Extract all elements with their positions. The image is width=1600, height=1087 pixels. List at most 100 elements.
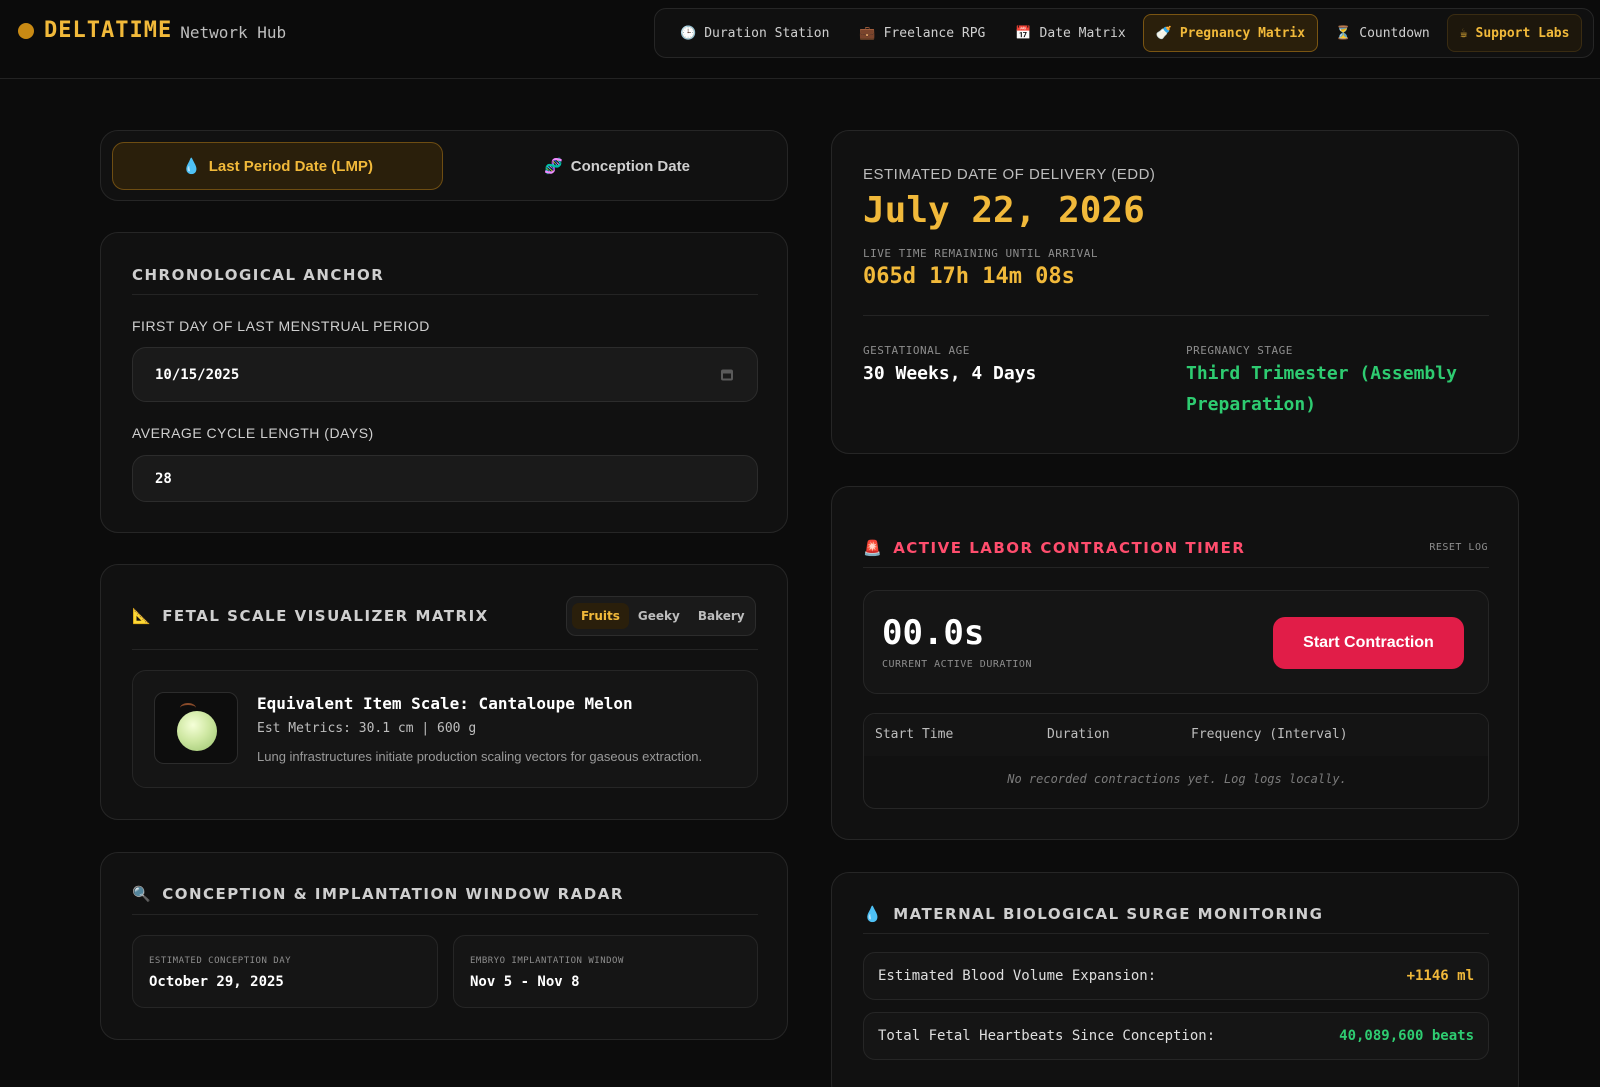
labor-timer-card: 🚨 ACTIVE LABOR CONTRACTION TIMER RESET L… [831, 486, 1519, 840]
nav-duration-station[interactable]: 🕒 Duration Station [667, 14, 842, 52]
briefcase-icon: 💼 [859, 25, 876, 41]
col-start-time: Start Time [875, 727, 954, 742]
bottle-icon: 🍼 [1155, 25, 1172, 41]
magnifier-icon: 🔍 [132, 885, 153, 903]
live-remaining-value: 065d 17h 14m 08s [863, 264, 1075, 289]
divider [132, 649, 758, 650]
divider [863, 315, 1489, 316]
timer-subtitle: CURRENT ACTIVE DURATION [882, 659, 1032, 670]
timer-box: 00.0s CURRENT ACTIVE DURATION Start Cont… [863, 590, 1489, 694]
gestational-age-label: GESTATIONAL AGE [863, 344, 970, 357]
reset-log-button[interactable]: RESET LOG [1429, 542, 1488, 553]
heartbeats-label: Total Fetal Heartbeats Since Conception: [878, 1028, 1216, 1044]
drop-icon: 💧 [182, 158, 201, 175]
conception-day-value: October 29, 2025 [149, 974, 284, 990]
chronological-anchor-card: CHRONOLOGICAL ANCHOR FIRST DAY OF LAST M… [100, 232, 788, 533]
scale-item-box: Equivalent Item Scale: Cantaloupe Melon … [132, 670, 758, 788]
contraction-log-table: Start Time Duration Frequency (Interval)… [863, 713, 1489, 809]
labor-title-row: 🚨 ACTIVE LABOR CONTRACTION TIMER [863, 539, 1245, 557]
start-contraction-button[interactable]: Start Contraction [1273, 617, 1464, 669]
cycle-length-value: 28 [155, 470, 172, 487]
lmp-date-value: 10/15/2025 [155, 366, 240, 383]
lmp-date-input[interactable]: 10/15/2025 [132, 347, 758, 402]
conception-title: CONCEPTION & IMPLANTATION WINDOW RADAR [162, 885, 624, 903]
nav-countdown[interactable]: ⏳ Countdown [1322, 14, 1443, 52]
heartbeats-row: Total Fetal Heartbeats Since Conception:… [863, 1012, 1489, 1060]
conception-day-label: ESTIMATED CONCEPTION DAY [149, 956, 292, 966]
tab-conception[interactable]: 🧬 Conception Date [457, 142, 777, 190]
edd-label: ESTIMATED DATE OF DELIVERY (EDD) [863, 166, 1156, 183]
log-empty-message: No recorded contractions yet. Log logs l… [1007, 772, 1347, 786]
ruler-icon: 📐 [132, 607, 153, 625]
cycle-length-input[interactable]: 28 [132, 455, 758, 502]
divider [863, 933, 1489, 934]
dna-icon: 🧬 [544, 158, 563, 175]
implantation-window-box: EMBRYO IMPLANTATION WINDOW Nov 5 - Nov 8 [453, 935, 758, 1008]
melon-icon [177, 711, 217, 751]
brand-name: DELTATIME [44, 18, 173, 43]
nav-label: Date Matrix [1039, 25, 1126, 41]
brand[interactable]: DELTATIME Network Hub [18, 18, 286, 43]
pregnancy-stage-value: Third Trimester (Assembly Preparation) [1186, 363, 1457, 415]
nav-date-matrix[interactable]: 📅 Date Matrix [1002, 14, 1138, 52]
top-nav: 🕒 Duration Station 💼 Freelance RPG 📅 Dat… [654, 8, 1594, 58]
blood-volume-label: Estimated Blood Volume Expansion: [878, 968, 1157, 984]
implantation-value: Nov 5 - Nov 8 [470, 974, 580, 990]
conception-title-row: 🔍 CONCEPTION & IMPLANTATION WINDOW RADAR [132, 885, 624, 903]
coffee-icon: ☕ [1459, 25, 1468, 41]
nav-label: Duration Station [704, 25, 830, 41]
live-remaining-label: LIVE TIME REMAINING UNTIL ARRIVAL [863, 247, 1099, 260]
item-thumbnail [154, 692, 238, 764]
maternal-title: MATERNAL BIOLOGICAL SURGE MONITORING [893, 905, 1324, 923]
lmp-field-label: FIRST DAY OF LAST MENSTRUAL PERIOD [132, 318, 430, 334]
item-title: Equivalent Item Scale: Cantaloupe Melon [257, 694, 633, 713]
fetal-title: FETAL SCALE VISUALIZER MATRIX [162, 607, 489, 625]
hourglass-icon: ⏳ [1335, 25, 1352, 41]
clock-icon: 🕒 [680, 25, 697, 41]
maternal-title-row: 💧 MATERNAL BIOLOGICAL SURGE MONITORING [863, 905, 1323, 923]
scale-mode-toggle: Fruits Geeky Bakery [566, 596, 756, 636]
nav-support-labs[interactable]: ☕ Support Labs [1446, 14, 1583, 52]
col-duration: Duration [1047, 727, 1110, 742]
date-mode-tabs: 💧 Last Period Date (LMP) 🧬 Conception Da… [100, 130, 788, 201]
mode-geeky[interactable]: Geeky [629, 603, 689, 629]
heartbeats-value: 40,089,600 beats [1339, 1028, 1474, 1044]
nav-label: Countdown [1359, 25, 1430, 41]
nav-freelance-rpg[interactable]: 💼 Freelance RPG [846, 14, 998, 52]
mode-fruits[interactable]: Fruits [572, 603, 629, 629]
mode-bakery[interactable]: Bakery [689, 603, 754, 629]
edd-card: ESTIMATED DATE OF DELIVERY (EDD) July 22… [831, 130, 1519, 454]
brand-dot-icon [18, 22, 34, 39]
fetal-title-row: 📐 FETAL SCALE VISUALIZER MATRIX [132, 607, 489, 625]
timer-value: 00.0s [882, 613, 985, 653]
divider [132, 294, 758, 295]
log-table-header: Start Time Duration Frequency (Interval) [864, 714, 1488, 756]
anchor-title: CHRONOLOGICAL ANCHOR [132, 266, 385, 284]
item-metrics: Est Metrics: 30.1 cm | 600 g [257, 721, 477, 736]
tab-lmp-label: Last Period Date (LMP) [208, 157, 373, 175]
nav-label: Support Labs [1475, 25, 1570, 41]
brand-subtitle: Network Hub [180, 23, 287, 42]
conception-window-card: 🔍 CONCEPTION & IMPLANTATION WINDOW RADAR… [100, 852, 788, 1040]
top-header: DELTATIME Network Hub 🕒 Duration Station… [0, 0, 1600, 79]
tab-lmp[interactable]: 💧 Last Period Date (LMP) [112, 142, 443, 190]
tab-conception-label: Conception Date [570, 157, 690, 175]
maternal-monitoring-card: 💧 MATERNAL BIOLOGICAL SURGE MONITORING E… [831, 872, 1519, 1087]
calendar-picker-icon[interactable] [721, 369, 733, 380]
nav-pregnancy-matrix[interactable]: 🍼 Pregnancy Matrix [1142, 14, 1319, 52]
cycle-field-label: AVERAGE CYCLE LENGTH (DAYS) [132, 425, 374, 441]
nav-label: Freelance RPG [883, 25, 986, 41]
gestational-age-value: 30 Weeks, 4 Days [863, 363, 1037, 384]
siren-icon: 🚨 [863, 539, 884, 557]
divider [863, 567, 1489, 568]
fetal-scale-card: 📐 FETAL SCALE VISUALIZER MATRIX Fruits G… [100, 564, 788, 820]
implantation-label: EMBRYO IMPLANTATION WINDOW [470, 956, 624, 966]
col-frequency: Frequency (Interval) [1191, 727, 1348, 742]
labor-title: ACTIVE LABOR CONTRACTION TIMER [893, 539, 1246, 557]
nav-label: Pregnancy Matrix [1179, 25, 1306, 41]
drop-icon: 💧 [863, 905, 884, 923]
calendar-icon: 📅 [1015, 25, 1032, 41]
divider [132, 914, 758, 915]
blood-volume-value: +1146 ml [1406, 968, 1474, 984]
edd-date: July 22, 2026 [863, 190, 1145, 231]
